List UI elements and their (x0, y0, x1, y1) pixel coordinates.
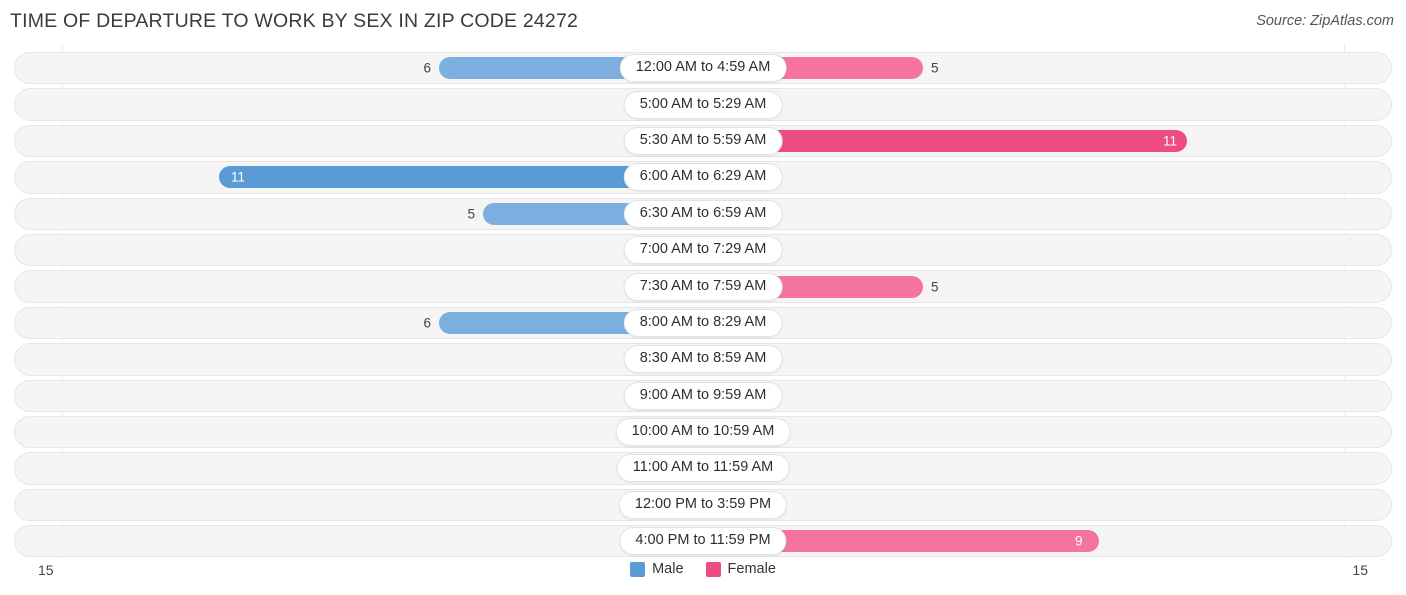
chart-row: 608:00 AM to 8:29 AM (0, 305, 1406, 342)
chart-header: TIME OF DEPARTURE TO WORK BY SEX IN ZIP … (0, 0, 1406, 44)
legend-swatch-female-icon (705, 561, 721, 577)
chart-rows: 6 5 12:00 AM to 4:59 AM 005:00 AM to 5:29 A… (0, 50, 1406, 560)
category-label: 4:00 PM to 11:59 PM (619, 527, 787, 556)
legend-swatch-male-icon (630, 561, 646, 577)
value-label-female: 5 (931, 60, 939, 76)
value-label-male: 11 (231, 169, 246, 185)
category-label: 9:00 AM to 9:59 AM (623, 381, 783, 410)
page-title: TIME OF DEPARTURE TO WORK BY SEX IN ZIP … (10, 10, 579, 32)
value-label-female: 9 (1075, 533, 1083, 549)
chart-row: 0012:00 PM to 3:59 PM (0, 487, 1406, 524)
value-label-male: 6 (423, 60, 431, 76)
chart-row: 1106:00 AM to 6:29 AM (0, 159, 1406, 196)
legend-item-male[interactable]: Male (630, 561, 684, 577)
category-label: 8:30 AM to 8:59 AM (623, 345, 783, 374)
category-label: 6:00 AM to 6:29 AM (623, 163, 783, 192)
category-label: 6:30 AM to 6:59 AM (623, 199, 783, 228)
chart-row: 0011:00 AM to 11:59 AM (0, 450, 1406, 487)
legend-label-female: Female (727, 561, 776, 577)
chart-row: 506:30 AM to 6:59 AM (0, 196, 1406, 232)
category-label: 12:00 AM to 4:59 AM (619, 54, 787, 83)
category-label: 5:30 AM to 5:59 AM (623, 126, 783, 155)
category-label: 11:00 AM to 11:59 AM (616, 454, 790, 483)
value-label-male: 5 (467, 206, 475, 222)
chart-row: 057:30 AM to 7:59 AM (0, 268, 1406, 305)
value-label-female: 5 (931, 279, 939, 295)
source-attribution: Source: ZipAtlas.com (1256, 13, 1394, 29)
chart-row: 0115:30 AM to 5:59 AM (0, 123, 1406, 160)
category-label: 8:00 AM to 8:29 AM (623, 308, 783, 337)
chart-row: 0010:00 AM to 10:59 AM (0, 414, 1406, 451)
category-label: 10:00 AM to 10:59 AM (615, 418, 791, 447)
legend: Male Female (0, 561, 1406, 577)
chart-row: 6 5 12:00 AM to 4:59 AM (0, 50, 1406, 87)
category-label: 12:00 PM to 3:59 PM (618, 490, 788, 519)
value-label-female: 11 (1163, 133, 1178, 149)
chart-row: 007:00 AM to 7:29 AM (0, 232, 1406, 269)
chart-footer: 15 15 Male Female (0, 557, 1406, 591)
chart-row: 094:00 PM to 11:59 PM (0, 523, 1406, 560)
category-label: 7:00 AM to 7:29 AM (623, 236, 783, 265)
chart-row: 008:30 AM to 8:59 AM (0, 341, 1406, 378)
category-label: 7:30 AM to 7:59 AM (623, 272, 783, 301)
legend-item-female[interactable]: Female (705, 561, 776, 577)
chart-row: 009:00 AM to 9:59 AM (0, 378, 1406, 414)
legend-label-male: Male (652, 561, 684, 577)
chart-row: 005:00 AM to 5:29 AM (0, 86, 1406, 123)
category-label: 5:00 AM to 5:29 AM (623, 90, 783, 119)
value-label-male: 6 (423, 315, 431, 331)
